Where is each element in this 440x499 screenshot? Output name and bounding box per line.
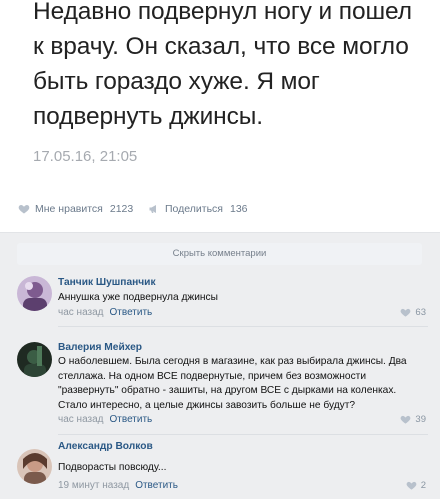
comment-time[interactable]: 19 минут назад — [58, 480, 129, 491]
post-actions: Мне нравится 2123 Поделиться 136 — [0, 196, 440, 222]
share-label: Поделиться — [165, 203, 223, 215]
comment-text: Аннушка уже подвернула джинсы — [58, 292, 218, 303]
comment-meta: час назад Ответить — [58, 414, 152, 425]
comment: Александр Волков Подворасты повсюду... 1… — [0, 436, 440, 499]
comment-like-button[interactable]: 63 — [400, 307, 426, 318]
comment-author[interactable]: Танчик Шушпанчик — [58, 277, 156, 288]
heart-icon — [401, 415, 411, 424]
comment-time[interactable]: час назад — [58, 307, 104, 318]
comment-text: О наболевшем. Была сегодня в магазине, к… — [58, 356, 407, 411]
post-card: Недавно подвернул ногу и пошел к врачу. … — [0, 0, 440, 232]
megaphone-icon — [149, 205, 156, 213]
heart-icon — [18, 205, 30, 214]
comment: Танчик Шушпанчик Аннушка уже подвернула … — [0, 268, 440, 328]
like-label: Мне нравится — [35, 203, 103, 215]
reply-button[interactable]: Ответить — [135, 480, 178, 491]
like-count: 2123 — [109, 203, 134, 215]
divider — [0, 232, 440, 233]
share-button[interactable]: Поделиться 136 — [148, 196, 248, 222]
avatar[interactable] — [17, 276, 52, 311]
comment-like-button[interactable]: 39 — [400, 414, 426, 425]
avatar[interactable] — [17, 449, 52, 484]
comment: Валерия Мейхер О наболевшем. Была сегодн… — [0, 330, 440, 435]
comment-meta: 19 минут назад Ответить — [58, 480, 178, 491]
comment-separator — [58, 434, 428, 435]
like-button[interactable]: Мне нравится 2123 — [18, 196, 133, 222]
reply-button[interactable]: Ответить — [110, 414, 153, 425]
comment-separator — [58, 326, 428, 327]
comment-author[interactable]: Валерия Мейхер — [58, 342, 142, 353]
comment-like-count: 2 — [420, 480, 426, 491]
comment-time[interactable]: час назад — [58, 414, 104, 425]
comment-meta: час назад Ответить — [58, 307, 152, 318]
hide-comments-button[interactable]: Скрыть комментарии — [17, 243, 422, 265]
heart-icon — [401, 308, 411, 317]
comment-like-button[interactable]: 2 — [406, 480, 426, 491]
comment-author[interactable]: Александр Волков — [58, 441, 153, 452]
avatar[interactable] — [17, 342, 52, 377]
reply-button[interactable]: Ответить — [110, 307, 153, 318]
comment-like-count: 63 — [415, 307, 426, 318]
share-count: 136 — [229, 203, 248, 215]
comment-like-count: 39 — [415, 414, 426, 425]
post-date[interactable]: 17.05.16, 21:05 — [33, 148, 137, 165]
comment-text: Подворасты повсюду... — [58, 462, 167, 473]
heart-icon — [406, 481, 417, 490]
post-text: Недавно подвернул ногу и пошел к врачу. … — [33, 0, 412, 130]
